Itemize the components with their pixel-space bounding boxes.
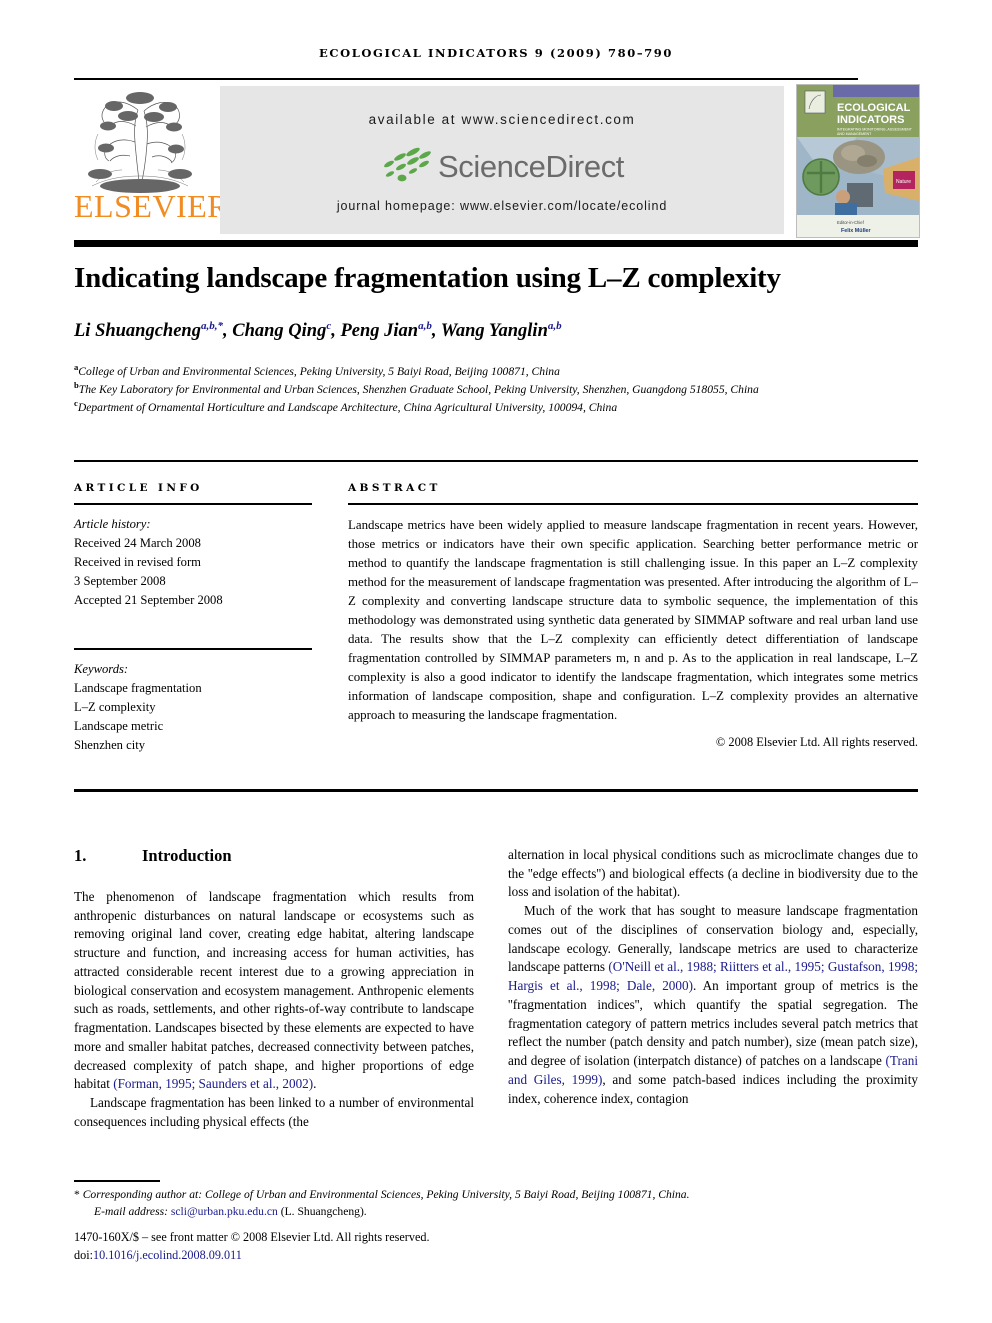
affiliation-text: College of Urban and Environmental Scien…: [78, 364, 560, 378]
author-name: Li Shuangcheng: [74, 321, 201, 342]
abstract-heading: Abstract: [348, 482, 441, 494]
sciencedirect-banner: available at www.sciencedirect.com Scien…: [220, 86, 784, 234]
email-link[interactable]: scli@urban.pku.edu.cn: [171, 1205, 278, 1218]
keyword-item: Landscape metric: [74, 719, 164, 734]
paragraph: Landscape fragmentation has been linked …: [74, 1095, 474, 1129]
keyword-item: Landscape fragmentation: [74, 680, 202, 695]
info-block-top-rule: [74, 460, 918, 462]
svg-text:Felix Müller: Felix Müller: [841, 228, 872, 234]
svg-text:Editor-in-Chief: Editor-in-Chief: [837, 220, 865, 225]
paragraph-text: The phenomenon of landscape fragmentatio…: [74, 889, 474, 1092]
email-label: E-mail address:: [94, 1205, 168, 1219]
abstract-copyright: © 2008 Elsevier Ltd. All rights reserved…: [715, 734, 918, 749]
author-affil-mark: a,b: [418, 320, 432, 332]
history-item: Accepted 21 September 2008: [74, 593, 223, 608]
page-footer: * Corresponding author at: College of Ur…: [74, 1186, 934, 1264]
article-info-heading: Article info: [74, 482, 203, 494]
body-column-right: alternation in local physical conditions…: [508, 846, 918, 1108]
affiliation-text: Department of Ornamental Horticulture an…: [77, 400, 618, 414]
article-history: Article history: Received 24 March 2008 …: [74, 515, 332, 611]
keywords-block: Keywords: Landscape fragmentation L–Z co…: [74, 648, 332, 755]
author-affil-mark: a,b: [547, 320, 562, 332]
history-item: Received in revised form: [74, 554, 201, 569]
footnote-rule: [74, 1180, 160, 1182]
citation-link[interactable]: (Forman, 1995; Saunders et al., 2002): [113, 1076, 313, 1091]
paragraph: Much of the work that has sought to meas…: [508, 902, 918, 1108]
section-number: 1.: [74, 846, 87, 865]
paragraph: The phenomenon of landscape fragmentatio…: [74, 888, 474, 1094]
affiliation-item: cDepartment of Ornamental Horticulture a…: [74, 398, 924, 416]
author-affil-mark: c: [326, 320, 332, 332]
email-note: E-mail address: scli@urban.pku.edu.cn (L…: [74, 1203, 934, 1220]
doi-link[interactable]: 10.1016/j.ecolind.2008.09.011: [93, 1248, 242, 1262]
elsevier-logo[interactable]: ELSEVIER: [74, 84, 230, 236]
corresponding-author-note: * Corresponding author at: College of Ur…: [74, 1186, 934, 1203]
section-title: Introduction: [142, 846, 232, 865]
history-item: Received 24 March 2008: [74, 535, 201, 550]
affiliation-text: The Key Laboratory for Environmental and…: [78, 382, 759, 396]
corresponding-address: College of Urban and Environmental Scien…: [202, 1188, 690, 1201]
body-column-left: 1. Introduction The phenomenon of landsca…: [74, 846, 474, 1132]
corresponding-marker: *: [74, 1188, 80, 1201]
doi-line: doi:10.1016/j.ecolind.2008.09.011: [74, 1246, 934, 1264]
history-item: 3 September 2008: [74, 573, 166, 588]
header-top-rule: [74, 78, 858, 80]
section-heading-introduction: 1. Introduction: [74, 846, 474, 866]
sciencedirect-wordmark: ScienceDirect: [437, 149, 625, 184]
keyword-item: Shenzhen city: [74, 738, 145, 753]
paragraph-tail: .: [313, 1076, 317, 1092]
author-name: Peng Jian: [340, 321, 419, 342]
page-title: Indicating landscape fragmentation using…: [74, 262, 781, 294]
affiliation-item: aCollege of Urban and Environmental Scie…: [74, 362, 924, 380]
sciencedirect-leaf-icon: [384, 147, 431, 182]
corresponding-label: Corresponding author at:: [82, 1188, 203, 1201]
running-head: Ecological Indicators 9 (2009) 780–790: [319, 46, 673, 60]
info-block-bottom-rule: [74, 789, 918, 792]
svg-text:ECOLOGICAL: ECOLOGICAL: [837, 102, 911, 114]
sciencedirect-logo[interactable]: ScienceDirect: [220, 143, 784, 191]
affiliation-list: aCollege of Urban and Environmental Scie…: [74, 362, 924, 416]
available-at-text: available at www.sciencedirect.com: [368, 112, 636, 127]
email-owner: (L. Shuangcheng).: [280, 1205, 367, 1219]
svg-text:AND MANAGEMENT: AND MANAGEMENT: [837, 132, 872, 136]
author-name: Wang Yanglin: [440, 321, 548, 342]
abstract-column: Abstract Landscape metrics have been wid…: [348, 482, 918, 750]
publisher-header-band: ELSEVIER available at www.sciencedirect.…: [74, 84, 920, 238]
article-info-rule: [74, 503, 312, 505]
journal-homepage-text[interactable]: journal homepage: www.elsevier.com/locat…: [220, 199, 784, 213]
author-name: Chang Qing: [232, 321, 327, 342]
abstract-text: Landscape metrics have been widely appli…: [348, 517, 918, 723]
journal-article-page: Ecological Indicators 9 (2009) 780–790: [0, 0, 992, 1323]
keywords-label: Keywords:: [74, 661, 129, 676]
svg-text:Nature: Nature: [896, 179, 911, 185]
abstract-rule: [348, 503, 918, 505]
keywords-rule: [74, 648, 312, 650]
author-list: Li Shuangchenga,b,*, Chang Qingc, Peng J…: [74, 320, 562, 342]
author-affil-mark: a,b,*: [200, 320, 223, 332]
elsevier-tree-icon: [88, 92, 192, 193]
journal-cover-thumbnail[interactable]: ECOLOGICAL INDICATORS INTEGRATING MONITO…: [796, 84, 920, 238]
paragraph: alternation in local physical conditions…: [508, 847, 918, 900]
article-history-label: Article history:: [74, 516, 151, 531]
affiliation-item: bThe Key Laboratory for Environmental an…: [74, 380, 924, 398]
elsevier-wordmark: ELSEVIER: [74, 188, 230, 224]
header-thick-rule: [74, 240, 918, 247]
svg-text:INDICATORS: INDICATORS: [837, 114, 904, 126]
keyword-item: L–Z complexity: [74, 699, 156, 714]
journal-cover-art: ECOLOGICAL INDICATORS INTEGRATING MONITO…: [797, 85, 919, 237]
svg-text:INTEGRATING MONITORING, ASSESS: INTEGRATING MONITORING, ASSESSMENT: [837, 128, 913, 132]
issn-frontmatter-line: 1470-160X/$ – see front matter © 2008 El…: [74, 1229, 430, 1244]
doi-label: doi:: [74, 1248, 93, 1263]
article-info-column: Article info Article history: Received 2…: [74, 482, 332, 755]
